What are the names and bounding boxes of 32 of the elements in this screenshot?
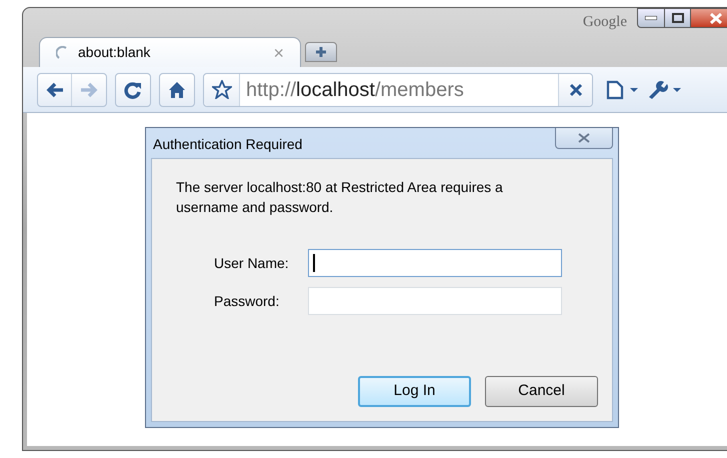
dialog-title: Authentication Required: [152, 134, 302, 154]
back-arrow-icon: [46, 82, 64, 98]
stop-icon[interactable]: [568, 82, 582, 96]
field-label: Password:: [214, 292, 280, 310]
dialog-button[interactable]: Log In: [358, 376, 471, 407]
dialog-button[interactable]: Cancel: [485, 376, 598, 407]
home-icon: [168, 80, 186, 98]
maximize-icon: [672, 13, 684, 23]
browser-tab[interactable]: about:blank ×: [39, 37, 301, 67]
maximize-button[interactable]: [665, 8, 691, 28]
minimize-icon: [645, 16, 657, 20]
field-label: User Name:: [214, 254, 290, 272]
forward-arrow-icon: [80, 82, 98, 98]
new-tab-button[interactable]: [305, 42, 337, 62]
close-icon: [578, 132, 590, 142]
plus-icon: [315, 46, 327, 58]
page-menu-icon[interactable]: [605, 80, 639, 100]
minimize-button[interactable]: [637, 8, 665, 28]
dialog-close-button[interactable]: [555, 128, 613, 148]
close-icon: [710, 12, 722, 24]
text-cursor: [313, 254, 315, 272]
dialog-message: The server localhost:80 at Restricted Area requires a username and password.: [176, 178, 504, 217]
tab-title: about:blank: [78, 43, 152, 62]
text-input[interactable]: [308, 249, 562, 277]
wrench-icon[interactable]: [647, 80, 683, 100]
star-icon[interactable]: [212, 80, 232, 99]
home-button[interactable]: [159, 72, 195, 106]
brand-label: Google: [582, 13, 627, 32]
address-bar[interactable]: http://localhost/members: [203, 72, 593, 106]
reload-icon: [124, 80, 142, 98]
close-button[interactable]: [691, 8, 727, 28]
reload-button[interactable]: [115, 72, 151, 106]
